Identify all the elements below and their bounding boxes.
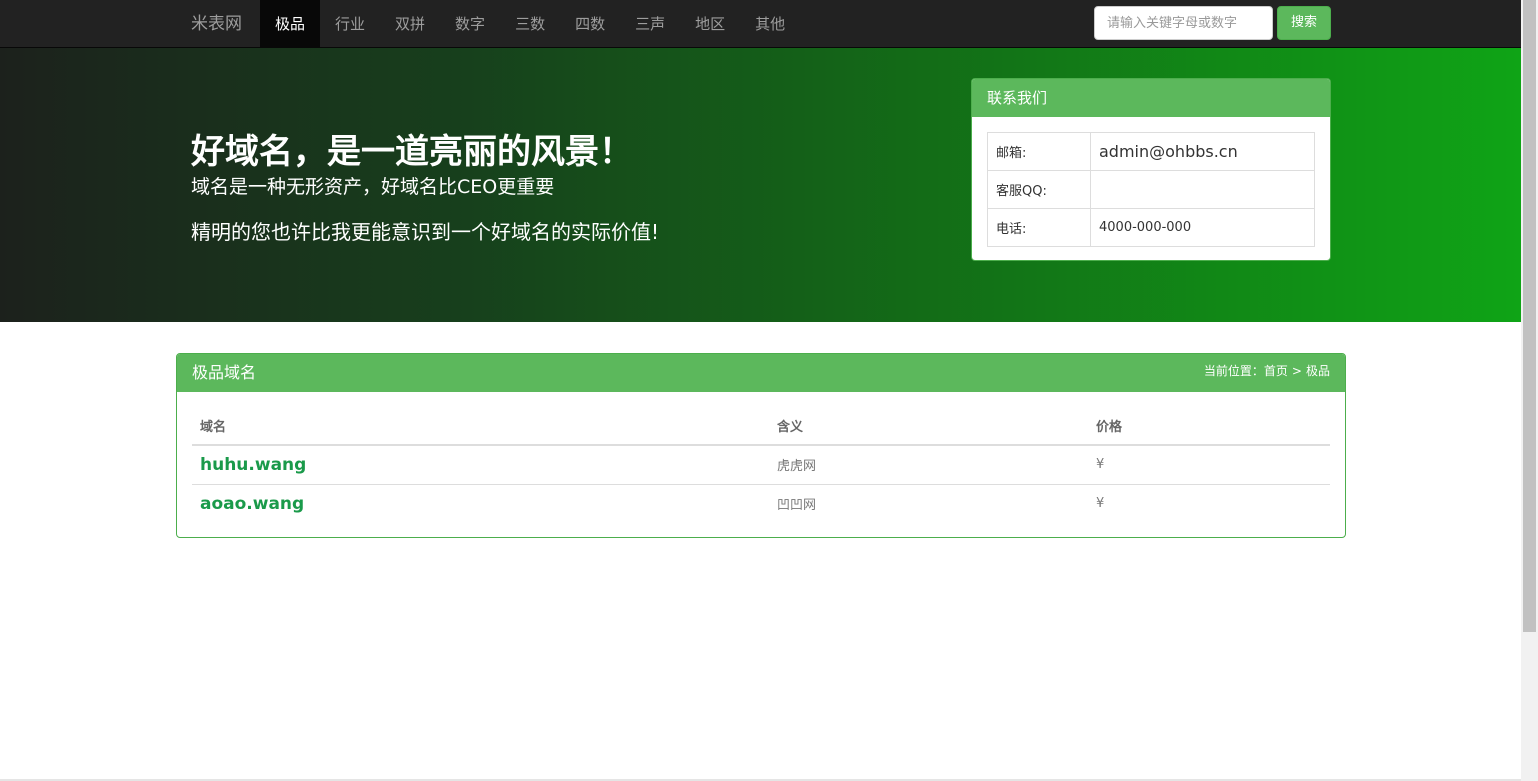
domain-table: 域名 含义 价格 huhu.wang 虎虎网 ¥ aoao.wang 凹凹网 ¥ (192, 406, 1330, 523)
qq-label: 客服QQ: (987, 170, 1091, 209)
column-header-meaning: 含义 (769, 406, 1088, 446)
qq-value (1090, 170, 1315, 209)
table-header-row: 域名 含义 价格 (192, 406, 1330, 446)
nav-item-premium[interactable]: 极品 (260, 0, 321, 48)
nav-item-four-digit[interactable]: 四数 (560, 0, 620, 48)
nav-item-three-letter[interactable]: 三声 (620, 0, 680, 48)
contact-row-phone: 电话: 4000-000-000 (987, 208, 1315, 247)
domain-cell: huhu.wang (192, 445, 769, 485)
domain-link[interactable]: aoao.wang (200, 494, 304, 514)
domain-cell: aoao.wang (192, 484, 769, 523)
email-value: admin@ohbbs.cn (1090, 132, 1315, 171)
scrollbar-thumb[interactable] (1523, 0, 1536, 632)
nav-item-double-pinyin[interactable]: 双拼 (380, 0, 440, 48)
breadcrumb-current: 极品 (1305, 364, 1330, 378)
contact-row-qq: 客服QQ: (987, 170, 1315, 209)
nav-item-numeric[interactable]: 数字 (440, 0, 500, 48)
contact-row-email: 邮箱: admin@ohbbs.cn (987, 132, 1315, 171)
vertical-scrollbar[interactable] (1521, 0, 1538, 781)
nav-item-three-digit[interactable]: 三数 (500, 0, 560, 48)
breadcrumb-separator: > (1291, 364, 1302, 378)
price-cell: ¥ (1096, 496, 1105, 512)
meaning-cell: 虎虎网 (769, 445, 1088, 485)
search-input[interactable] (1094, 6, 1273, 40)
phone-value: 4000-000-000 (1090, 208, 1315, 247)
search-button[interactable]: 搜索 (1277, 6, 1331, 40)
top-navbar: 米表网 极品 行业 双拼 数字 三数 四数 三声 地区 其他 搜索 (0, 0, 1521, 48)
phone-label: 电话: (987, 208, 1091, 247)
table-row: aoao.wang 凹凹网 ¥ (192, 484, 1330, 523)
email-label: 邮箱: (987, 132, 1091, 171)
breadcrumb-home-link[interactable]: 首页 (1264, 354, 1288, 388)
nav-item-industry[interactable]: 行业 (320, 0, 380, 48)
breadcrumb: 当前位置： 首页 > 极品 (1204, 354, 1330, 388)
domain-link[interactable]: huhu.wang (200, 455, 306, 475)
hero-title: 好域名，是一道亮丽的风景！ (191, 132, 633, 172)
domain-listing-panel: 极品域名 当前位置： 首页 > 极品 域名 含义 价格 huhu.wang 虎虎网… (176, 353, 1346, 538)
brand-logo[interactable]: 米表网 (191, 0, 242, 48)
column-header-domain: 域名 (192, 406, 769, 446)
breadcrumb-prefix: 当前位置： (1203, 364, 1264, 378)
listing-heading: 极品域名 当前位置： 首页 > 极品 (177, 354, 1345, 392)
meaning-cell: 凹凹网 (777, 498, 817, 514)
contact-table: 邮箱: admin@ohbbs.cn 客服QQ: 电话: 4000-000-00… (987, 132, 1315, 247)
hero-description: 精明的您也许比我更能意识到一个好域名的实际价值! (191, 220, 660, 244)
table-row: huhu.wang 虎虎网 ¥ (192, 445, 1330, 485)
column-header-price: 价格 (1088, 406, 1330, 446)
hero-banner: 好域名，是一道亮丽的风景！ 域名是一种无形资产，好域名比CEO更重要 精明的您也… (0, 48, 1521, 322)
contact-heading: 联系我们 (972, 79, 1330, 117)
contact-panel: 联系我们 邮箱: admin@ohbbs.cn 客服QQ: 电话: 4000-0… (971, 78, 1331, 261)
category-nav: 极品 行业 双拼 数字 三数 四数 三声 地区 其他 (260, 0, 800, 48)
price-cell: ¥ (1088, 445, 1330, 485)
listing-title: 极品域名 (192, 363, 257, 382)
nav-item-region[interactable]: 地区 (680, 0, 740, 48)
hero-subtitle: 域名是一种无形资产，好域名比CEO更重要 (191, 176, 555, 198)
nav-item-other[interactable]: 其他 (740, 0, 800, 48)
